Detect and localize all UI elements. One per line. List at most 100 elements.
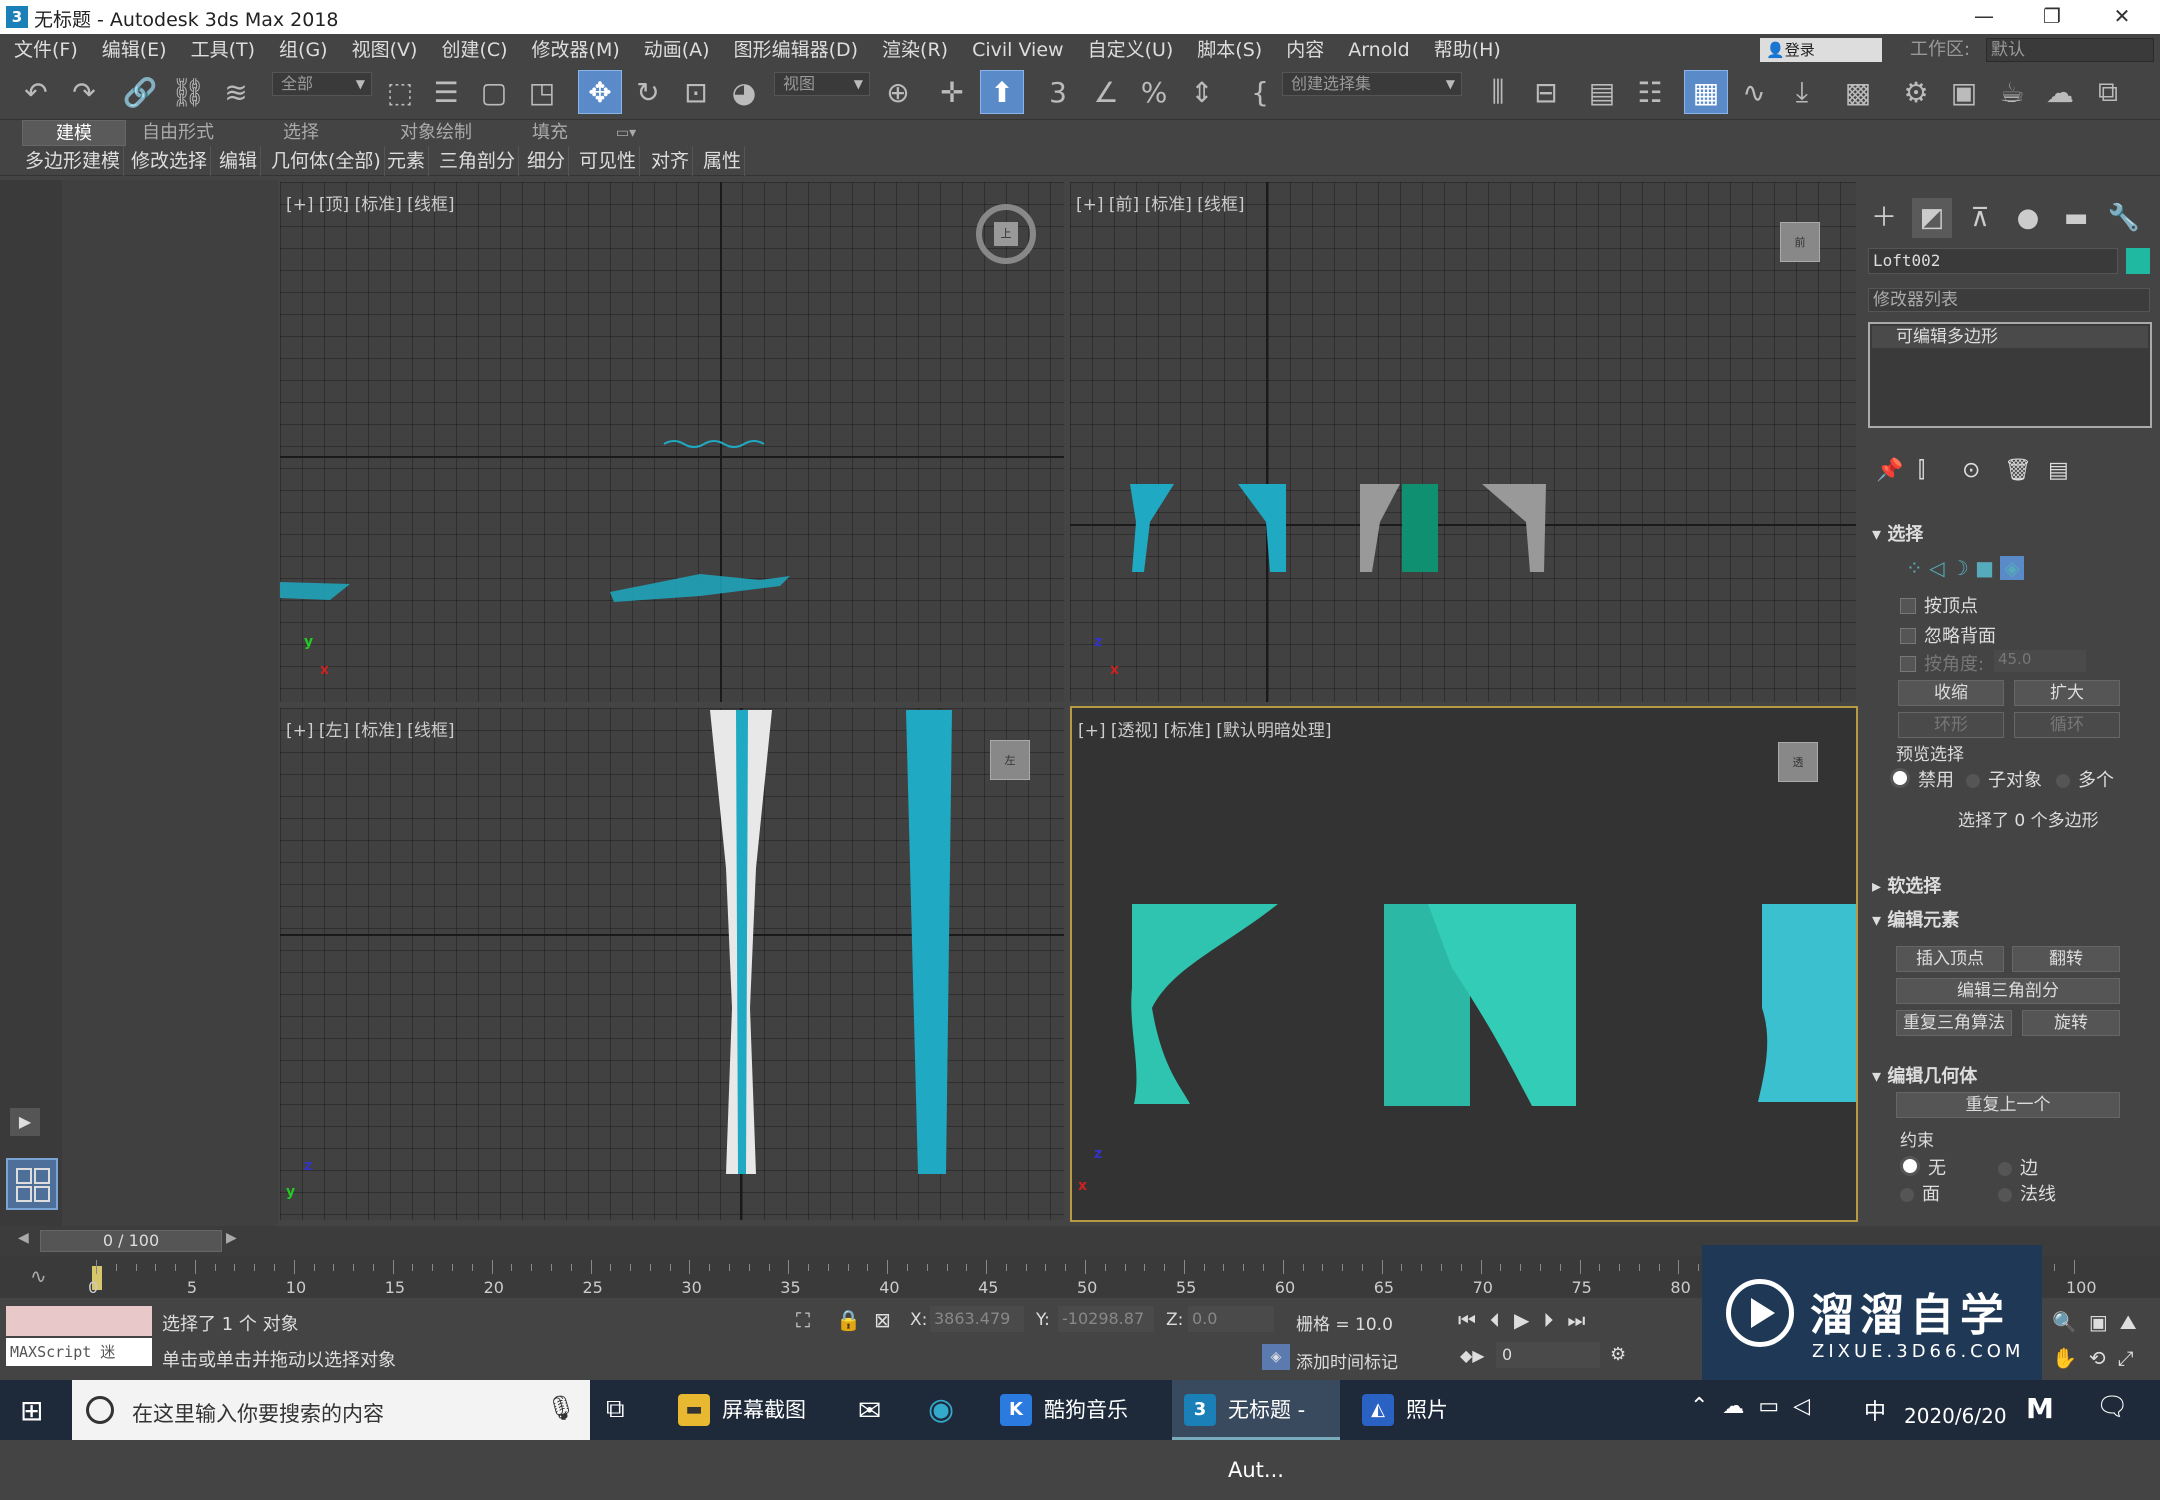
modifier-list-dropdown[interactable]: 修改器列表 bbox=[1868, 288, 2150, 312]
windows-start-icon[interactable]: ⊞ bbox=[20, 1394, 43, 1427]
ribbon-modify-selection[interactable]: 修改选择 bbox=[128, 146, 212, 176]
select-scale-icon[interactable]: ⊡ bbox=[674, 70, 718, 114]
tab-freeform[interactable]: 自由形式 bbox=[130, 120, 226, 146]
preview-off-radio[interactable]: 禁用 bbox=[1890, 766, 1954, 792]
ribbon-edit[interactable]: 编辑 bbox=[216, 146, 262, 176]
menu-create[interactable]: 创建(C) bbox=[429, 34, 519, 66]
workspace-dropdown[interactable]: 默认 bbox=[1986, 38, 2154, 62]
render-setup-icon[interactable]: ⚙ bbox=[1894, 70, 1938, 114]
render-iterative-icon[interactable]: ☁ bbox=[2038, 70, 2082, 114]
x-coordinate-field[interactable]: 3863.479 bbox=[930, 1306, 1024, 1332]
viewport-navigation-icons[interactable]: 🔍▣⛰ bbox=[2052, 1310, 2149, 1334]
viewport-perspective[interactable]: [+] [透视] [标准] [默认明暗处理] 透 z x bbox=[1070, 706, 1858, 1222]
shrink-button[interactable]: 收缩 bbox=[1898, 680, 2004, 706]
menu-customize[interactable]: 自定义(U) bbox=[1076, 34, 1186, 66]
time-config-icon[interactable]: ⚙ bbox=[1610, 1344, 1626, 1365]
constraint-none-radio[interactable]: 无 bbox=[1900, 1154, 1946, 1180]
prev-frame-arrow-icon[interactable]: ◀ bbox=[18, 1230, 36, 1252]
taskbar-app-3dsmax[interactable]: 3 无标题 - Aut... bbox=[1172, 1380, 1340, 1482]
edit-geometry-rollout-title[interactable]: ▾ 编辑几何体 bbox=[1872, 1062, 1977, 1088]
mail-icon[interactable]: ✉ bbox=[858, 1394, 881, 1427]
taskbar-app-photos[interactable]: ◭ 照片 bbox=[1350, 1380, 1470, 1440]
undo-icon[interactable]: ↶ bbox=[14, 70, 58, 114]
configure-modifier-sets-icon[interactable]: ▤ bbox=[2048, 458, 2069, 483]
object-name-input[interactable]: Loft002 bbox=[1868, 248, 2118, 274]
subobject-level-icons[interactable]: ⁘ ◁ ☽ ■ ◈ bbox=[1906, 556, 2024, 580]
menu-scripting[interactable]: 脚本(S) bbox=[1185, 34, 1274, 66]
ime-indicator[interactable]: 中 bbox=[1864, 1394, 1886, 1426]
absolute-mode-icon[interactable]: ⊠ bbox=[874, 1308, 891, 1332]
angle-spinner[interactable]: 45.0 bbox=[1994, 650, 2086, 672]
viewport-pan-orbit-icons[interactable]: ✋⟲⤢ bbox=[2052, 1346, 2146, 1370]
keyboard-shortcut-override-icon[interactable]: ⬆ bbox=[980, 70, 1024, 114]
display-tab-icon[interactable]: ▬ bbox=[2056, 198, 2096, 238]
hierarchy-tab-icon[interactable]: ⊼ bbox=[1960, 198, 2000, 238]
viewport-layout-icon[interactable] bbox=[6, 1158, 58, 1210]
close-button[interactable]: ✕ bbox=[2090, 0, 2154, 34]
taskbar-app-screenshots[interactable]: ▬ 屏幕截图 bbox=[666, 1380, 834, 1440]
ribbon-options-icon[interactable]: ▭▾ bbox=[608, 120, 644, 146]
ribbon-polygon-modeling[interactable]: 多边形建模 bbox=[22, 146, 125, 176]
by-angle-checkbox[interactable]: 按角度: bbox=[1900, 650, 1984, 676]
ribbon-align[interactable]: 对齐 bbox=[648, 146, 694, 176]
render-in-cloud-icon[interactable]: ⧉ bbox=[2086, 70, 2130, 114]
show-end-result-icon[interactable]: ⫿ bbox=[1918, 458, 1925, 483]
viewport-left[interactable]: [+] [左] [标准] [线框] 左 z y bbox=[280, 708, 1064, 1220]
maxscript-listener[interactable] bbox=[6, 1306, 152, 1336]
by-vertex-checkbox[interactable]: 按顶点 bbox=[1900, 592, 1978, 618]
preview-multi-radio[interactable]: 多个 bbox=[2056, 766, 2114, 792]
flip-button[interactable]: 翻转 bbox=[2012, 946, 2120, 972]
utilities-tab-icon[interactable]: 🔧 bbox=[2104, 198, 2144, 238]
menu-civil-view[interactable]: Civil View bbox=[960, 34, 1075, 66]
playback-controls-icon[interactable]: ⏮⏴▶⏵⏭ bbox=[1458, 1308, 1599, 1332]
pivot-center-icon[interactable]: ⊕ bbox=[876, 70, 920, 114]
placement-icon[interactable]: ◕ bbox=[722, 70, 766, 114]
edit-named-selection-icon[interactable]: { bbox=[1238, 70, 1282, 114]
menu-modifiers[interactable]: 修改器(M) bbox=[520, 34, 632, 66]
tab-modeling[interactable]: 建模 bbox=[22, 120, 126, 146]
loop-button[interactable]: 循环 bbox=[2014, 712, 2120, 738]
scene-explorer-icon[interactable]: ▤ bbox=[1580, 70, 1624, 114]
remove-modifier-icon[interactable]: 🗑 bbox=[2004, 458, 2032, 483]
ribbon-geometry-all[interactable]: 几何体(全部) bbox=[268, 146, 385, 176]
taskbar-search-box[interactable]: 在这里输入你要搜索的内容 🎙 bbox=[72, 1380, 590, 1440]
constraint-normal-radio[interactable]: 法线 bbox=[1998, 1180, 2056, 1206]
selection-filter-dropdown[interactable]: 全部 bbox=[272, 72, 372, 96]
task-view-icon[interactable]: ⧉ bbox=[606, 1394, 625, 1425]
ribbon-subdivision[interactable]: 细分 bbox=[524, 146, 570, 176]
stack-item-editable-poly[interactable]: 可编辑多边形 bbox=[1872, 326, 2148, 348]
ribbon-triangulation[interactable]: 三角剖分 bbox=[436, 146, 520, 176]
ring-button[interactable]: 环形 bbox=[1898, 712, 2004, 738]
selection-lock-icon[interactable]: 🔒 bbox=[836, 1308, 861, 1332]
maximize-button[interactable]: ❐ bbox=[2020, 0, 2084, 34]
preview-subobject-radio[interactable]: 子对象 bbox=[1966, 766, 2042, 792]
current-frame-field[interactable]: 0 bbox=[1496, 1342, 1600, 1368]
edge-browser-icon[interactable]: ◉ bbox=[928, 1392, 954, 1427]
key-mode-icon[interactable]: ◆▶ bbox=[1460, 1346, 1485, 1365]
edit-elements-rollout-title[interactable]: ▾ 编辑元素 bbox=[1872, 906, 1959, 932]
isolate-selection-icon[interactable]: ⛶ bbox=[796, 1308, 810, 1332]
select-rotate-icon[interactable]: ↻ bbox=[626, 70, 670, 114]
system-tray-icons[interactable]: ⌃☁▭◁ bbox=[1690, 1394, 1824, 1419]
object-color-swatch[interactable] bbox=[2126, 248, 2150, 274]
viewport-top[interactable]: [+] [顶] [标准] [线框] 上 y x bbox=[280, 182, 1064, 702]
menu-group[interactable]: 组(G) bbox=[267, 34, 340, 66]
menu-graph-editors[interactable]: 图形编辑器(D) bbox=[722, 34, 870, 66]
pin-stack-icon[interactable]: 📌 bbox=[1876, 458, 1903, 483]
reference-coord-dropdown[interactable]: 视图 bbox=[774, 72, 870, 96]
soft-selection-rollout-title[interactable]: ▸ 软选择 bbox=[1872, 872, 1941, 898]
time-tag-icon[interactable]: ◈ bbox=[1262, 1344, 1290, 1370]
select-object-icon[interactable]: ⬚ bbox=[378, 70, 422, 114]
maxscript-input[interactable]: MAXScript 迷 bbox=[6, 1338, 152, 1366]
align-icon[interactable]: ⊟ bbox=[1524, 70, 1568, 114]
link-icon[interactable]: 🔗 bbox=[118, 70, 162, 114]
grow-button[interactable]: 扩大 bbox=[2014, 680, 2120, 706]
tab-selection[interactable]: 选择 bbox=[256, 120, 346, 146]
named-selection-dropdown[interactable]: 创建选择集 bbox=[1282, 72, 1462, 96]
notification-center-icon[interactable]: 🗨 bbox=[2096, 1392, 2129, 1422]
time-slider[interactable]: 0 / 100 bbox=[40, 1230, 222, 1252]
add-time-tag-button[interactable]: 添加时间标记 bbox=[1296, 1348, 1398, 1373]
taskbar-date[interactable]: 2020/6/20 bbox=[1904, 1404, 2007, 1428]
tab-populate[interactable]: 填充 bbox=[510, 120, 590, 146]
unlink-icon[interactable]: ⛓ bbox=[166, 70, 210, 114]
